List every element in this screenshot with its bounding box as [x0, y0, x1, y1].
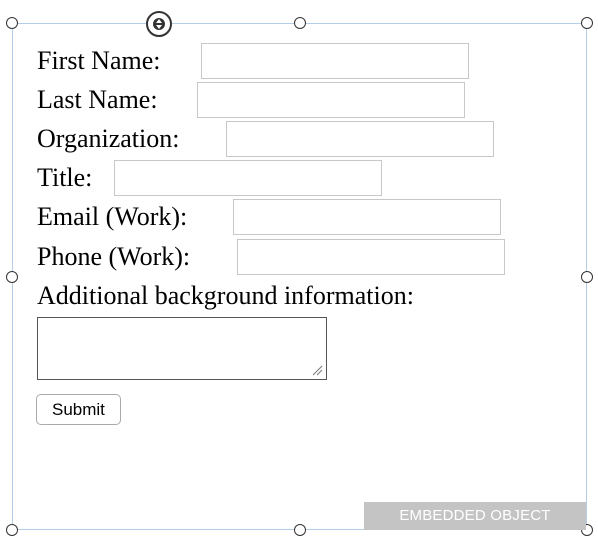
form-row-last-name: Last Name:: [37, 81, 465, 119]
title-input[interactable]: [114, 160, 382, 196]
form-row-phone-work: Phone (Work):: [37, 238, 505, 276]
resize-grip-icon[interactable]: [311, 364, 323, 376]
move-arrows-icon[interactable]: [146, 11, 172, 37]
form-row-email-work: Email (Work):: [37, 198, 501, 236]
move-arrows-glyph: [153, 18, 165, 30]
first-name-input[interactable]: [201, 43, 469, 79]
resize-handle-top-right-icon[interactable]: [581, 17, 593, 29]
last-name-label: Last Name:: [37, 85, 158, 114]
additional-info-textarea[interactable]: [37, 317, 327, 380]
phone-work-input[interactable]: [237, 239, 505, 275]
form-row-additional: Additional background information:: [37, 277, 414, 315]
title-label: Title:: [37, 163, 93, 192]
last-name-input[interactable]: [197, 82, 465, 118]
form-row-title: Title:: [37, 159, 382, 197]
form-row-first-name: First Name:: [37, 42, 469, 80]
submit-button[interactable]: Submit: [36, 394, 121, 425]
resize-handle-top-left-icon[interactable]: [6, 17, 18, 29]
resize-handle-bottom-center-icon[interactable]: [294, 524, 306, 536]
phone-work-label: Phone (Work):: [37, 242, 191, 271]
resize-handle-bottom-left-icon[interactable]: [6, 524, 18, 536]
embedded-object-badge: EMBEDDED OBJECT: [364, 502, 586, 530]
form-row-organization: Organization:: [37, 120, 494, 158]
first-name-label: First Name:: [37, 46, 161, 75]
email-work-label: Email (Work):: [37, 202, 188, 231]
resize-handle-top-center-icon[interactable]: [294, 17, 306, 29]
resize-handle-middle-right-icon[interactable]: [581, 271, 593, 283]
resize-handle-middle-left-icon[interactable]: [6, 271, 18, 283]
email-work-input[interactable]: [233, 199, 501, 235]
organization-input[interactable]: [226, 121, 494, 157]
additional-info-label: Additional background information:: [37, 281, 414, 310]
organization-label: Organization:: [37, 124, 180, 153]
